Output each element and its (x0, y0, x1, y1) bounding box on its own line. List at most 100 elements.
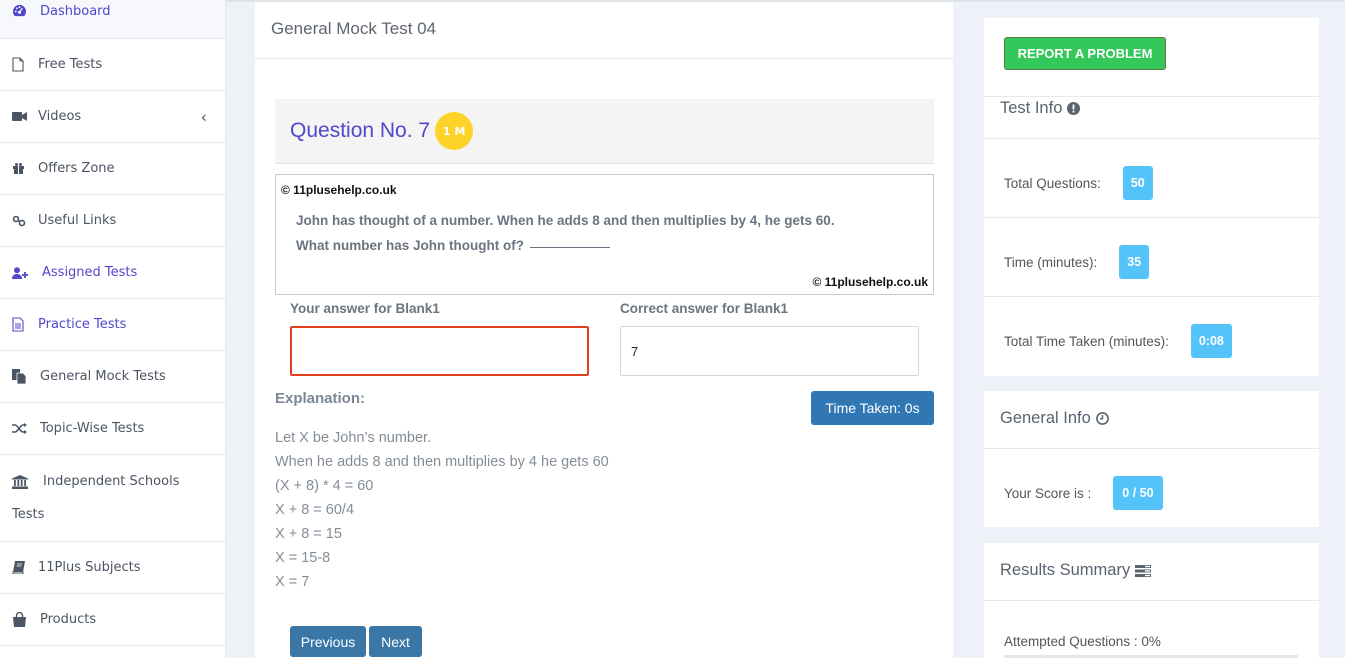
time-value: 35 (1119, 245, 1150, 279)
sidebar-item-label-continued: Tests (12, 507, 45, 522)
previous-button[interactable]: Previous (290, 626, 366, 657)
question-prompt: What number has John thought of? (296, 238, 524, 253)
sidebar-item-products[interactable]: Products (0, 594, 225, 646)
sidebar-item-videos[interactable]: Videos ‹ (0, 91, 225, 143)
sidebar-item-label: Free Tests (38, 57, 103, 72)
question-header: Question No. 7 1 M (275, 99, 934, 164)
shuffle-icon (12, 423, 38, 434)
attempted-questions-row: Attempted Questions : 0% (1004, 634, 1161, 649)
question-text: John has thought of a number. When he ad… (296, 208, 835, 258)
test-info-title: Test Info (1000, 99, 1081, 118)
sidebar-item-label: Assigned Tests (42, 265, 138, 280)
results-summary-title: Results Summary (1000, 561, 1152, 580)
sidebar-item-useful-links[interactable]: Useful Links (0, 195, 225, 247)
file-text-icon (12, 317, 38, 332)
sidebar-item-label: Dashboard (40, 4, 111, 19)
answer-blank (529, 247, 610, 248)
total-questions-value: 50 (1122, 166, 1153, 200)
card-title-text: Test Info (1000, 99, 1063, 117)
test-title: General Mock Test 04 (255, 2, 953, 59)
question-number: Question No. 7 (290, 119, 431, 142)
divider (984, 448, 1319, 449)
sidebar-item-assigned-tests[interactable]: Assigned Tests (0, 247, 225, 299)
dashboard-icon (12, 4, 38, 17)
explanation-title: Explanation: (275, 390, 366, 407)
sidebar-item-label: Videos (38, 109, 82, 124)
time-label: Time (minutes): (1004, 254, 1098, 270)
explanation-line: (X + 8) * 4 = 60 (275, 478, 374, 494)
file-icon (12, 57, 38, 72)
explanation-line: X = 7 (275, 574, 310, 590)
marks-badge: 1 M (435, 112, 474, 150)
your-answer-label: Your answer for Blank1 (290, 301, 440, 316)
score-row: Your Score is : 0 / 50 (1004, 476, 1163, 510)
sidebar-item-general-mock-tests[interactable]: General Mock Tests (0, 351, 225, 403)
clock-icon (1095, 412, 1109, 425)
question-image: © 11plusehelp.co.uk John has thought of … (275, 174, 934, 295)
sidebar-item-label: 11Plus Subjects (38, 560, 141, 575)
correct-answer-field[interactable] (620, 326, 919, 376)
total-time-taken-value: 0:08 (1190, 324, 1232, 358)
copyright-text: © 11plusehelp.co.uk (812, 275, 928, 289)
sidebar-item-offers-zone[interactable]: Offers Zone (0, 143, 225, 195)
user-plus-icon (12, 266, 38, 279)
sidebar-item-label: Products (40, 612, 97, 627)
sidebar-item-label: Independent Schools (43, 474, 180, 489)
explanation-line: Let X be John’s number. (275, 430, 432, 446)
sidebar-item-topic-wise-tests[interactable]: Topic-Wise Tests (0, 403, 225, 455)
divider (984, 96, 1319, 97)
report-problem-button[interactable]: REPORT A PROBLEM (1004, 37, 1166, 70)
link-icon (12, 215, 38, 227)
list-icon (1135, 564, 1152, 577)
explanation-text: Let X be John’s number. When he adds 8 a… (275, 426, 609, 594)
correct-answer-label: Correct answer for Blank1 (620, 301, 789, 316)
card-title-text: General Info (1000, 409, 1091, 427)
question-panel: General Mock Test 04 Question No. 7 1 M … (255, 2, 953, 658)
sidebar-item-label: Useful Links (38, 213, 117, 228)
exclamation-circle-icon (1067, 102, 1081, 115)
score-label: Your Score is : (1004, 485, 1092, 501)
card-title-text: Results Summary (1000, 561, 1131, 579)
sidebar-item-label: Topic-Wise Tests (40, 421, 145, 436)
sidebar-item-label: General Mock Tests (40, 369, 166, 384)
attempted-questions-label: Attempted Questions : 0% (1004, 634, 1161, 649)
sidebar-item-dashboard[interactable]: Dashboard (0, 0, 225, 39)
sidebar-item-practice-tests[interactable]: Practice Tests (0, 299, 225, 351)
sidebar-item-independent-schools-tests[interactable]: Independent Schools Tests (0, 455, 225, 542)
general-info-title: General Info (1000, 409, 1109, 428)
copy-files-icon (12, 369, 38, 384)
total-time-taken-label: Total Time Taken (minutes): (1004, 333, 1169, 349)
sidebar-item-label: Offers Zone (38, 161, 115, 176)
sidebar-item-11plus-subjects[interactable]: 11Plus Subjects (0, 542, 225, 594)
time-row: Time (minutes): 35 (1004, 245, 1150, 279)
time-taken-button[interactable]: Time Taken: 0s (811, 391, 934, 425)
divider (984, 138, 1319, 139)
explanation-line: X + 8 = 15 (275, 526, 342, 542)
total-questions-label: Total Questions: (1004, 175, 1101, 191)
chevron-left-icon[interactable]: ‹ (201, 107, 207, 126)
shopping-bag-icon (12, 612, 40, 627)
copyright-text: © 11plusehelp.co.uk (281, 183, 397, 197)
general-info-card: General Info Your Score is : 0 / 50 (984, 391, 1319, 527)
explanation-line: X = 15-8 (275, 550, 331, 566)
sidebar-item-free-tests[interactable]: Free Tests (0, 39, 225, 91)
sidebar: Dashboard Free Tests Videos ‹ Offers Zon… (0, 0, 226, 658)
score-value: 0 / 50 (1113, 476, 1163, 510)
test-info-card: REPORT A PROBLEM Test Info Total Questio… (984, 18, 1319, 376)
your-answer-input[interactable] (290, 326, 589, 376)
total-time-taken-row: Total Time Taken (minutes): 0:08 (1004, 324, 1232, 358)
explanation-line: X + 8 = 60/4 (275, 502, 355, 518)
institution-icon (12, 474, 43, 489)
video-camera-icon (12, 111, 38, 122)
next-button[interactable]: Next (369, 626, 422, 657)
results-summary-card: Results Summary Attempted Questions : 0% (984, 543, 1319, 658)
sidebar-item-label: Practice Tests (38, 317, 127, 332)
divider (984, 296, 1319, 297)
divider (984, 217, 1319, 218)
total-questions-row: Total Questions: 50 (1004, 166, 1153, 200)
divider (984, 600, 1319, 601)
question-line-2: What number has John thought of? (296, 233, 835, 258)
book-icon (12, 561, 38, 574)
gift-icon (12, 162, 38, 175)
explanation-line: When he adds 8 and then multiplies by 4 … (275, 454, 609, 470)
